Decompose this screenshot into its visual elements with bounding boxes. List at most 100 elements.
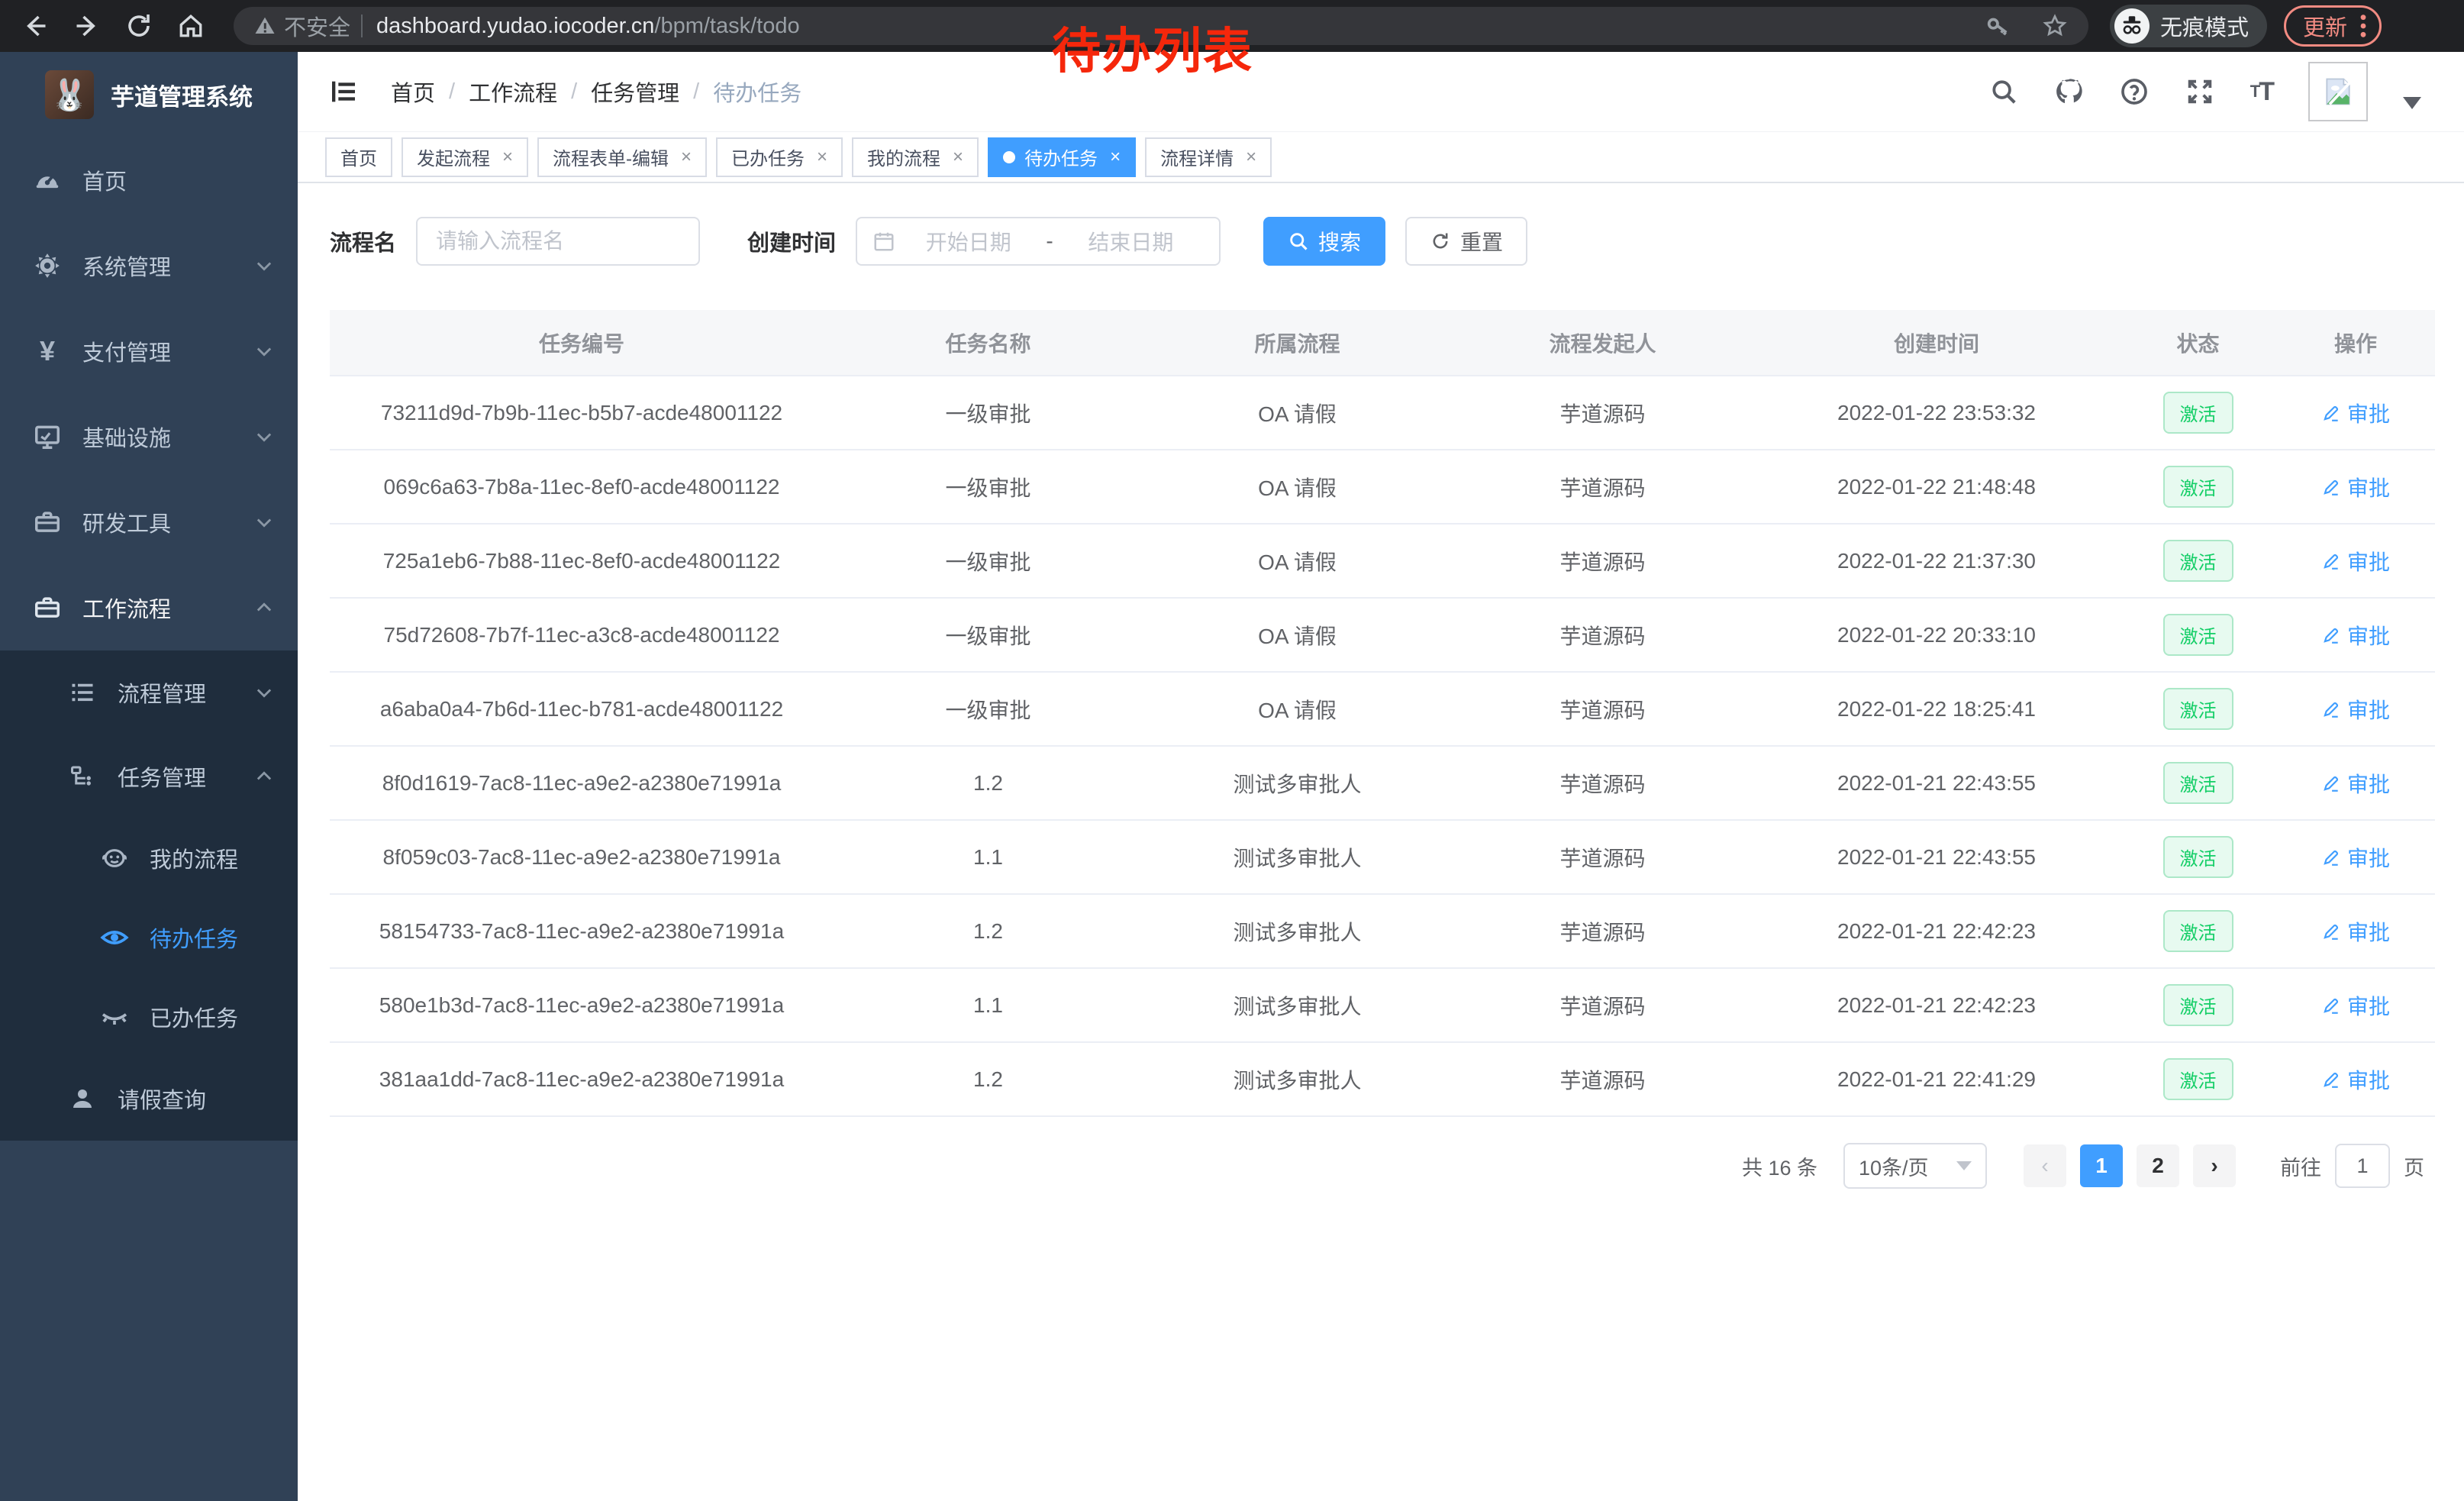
tag-tab[interactable]: 已办任务×	[716, 137, 843, 177]
cell-task-id: 58154733-7ac8-11ec-a9e2-a2380e71991a	[330, 894, 834, 968]
cell-created: 2022-01-21 22:43:55	[1753, 746, 2120, 820]
approve-link[interactable]: 审批	[2321, 472, 2390, 502]
cell-actions: 审批	[2276, 746, 2435, 820]
cell-task-id: a6aba0a4-7b6d-11ec-b781-acde48001122	[330, 672, 834, 746]
status-badge: 激活	[2163, 540, 2233, 582]
sidebar-item-workflow[interactable]: 工作流程	[0, 565, 298, 650]
bookmark-star-icon[interactable]	[2041, 12, 2069, 40]
sidebar-item-label: 基础设施	[82, 421, 171, 453]
password-key-icon[interactable]	[1985, 13, 2011, 39]
cell-process: 测试多审批人	[1143, 894, 1452, 968]
browser-menu-icon[interactable]	[2359, 13, 2367, 39]
sidebar-item-process-mgmt[interactable]: 流程管理	[0, 650, 298, 734]
col-actions: 操作	[2276, 310, 2435, 376]
fullscreen-icon[interactable]	[2185, 76, 2215, 107]
sidebar-item-payment[interactable]: ¥ 支付管理	[0, 308, 298, 394]
table-row: 8f059c03-7ac8-11ec-a9e2-a2380e71991a1.1测…	[330, 820, 2435, 894]
col-created: 创建时间	[1753, 310, 2120, 376]
close-icon[interactable]: ×	[1110, 147, 1121, 168]
browser-reload-button[interactable]	[122, 9, 156, 43]
cell-starter: 芋道源码	[1452, 746, 1753, 820]
tag-tab[interactable]: 我的流程×	[852, 137, 979, 177]
sidebar-item-my-process[interactable]: 我的流程	[0, 818, 298, 898]
breadcrumb-task-mgmt[interactable]: 任务管理	[591, 76, 679, 108]
browser-home-button[interactable]	[174, 9, 208, 43]
approve-link[interactable]: 审批	[2321, 694, 2390, 725]
tag-tab[interactable]: 待办任务×	[988, 137, 1136, 177]
cell-task-id: 73211d9d-7b9b-11ec-b5b7-acde48001122	[330, 376, 834, 450]
close-icon[interactable]: ×	[681, 147, 692, 168]
monitor-icon	[32, 422, 63, 451]
briefcase-icon	[32, 593, 63, 622]
close-icon[interactable]: ×	[953, 147, 963, 168]
cell-actions: 审批	[2276, 1042, 2435, 1116]
security-label[interactable]: 不安全	[284, 10, 350, 42]
prev-page-button[interactable]: ‹	[2024, 1144, 2066, 1187]
breadcrumb-home[interactable]: 首页	[391, 76, 435, 108]
cell-task-id: 381aa1dd-7ac8-11ec-a9e2-a2380e71991a	[330, 1042, 834, 1116]
approve-link[interactable]: 审批	[2321, 990, 2390, 1021]
sidebar-item-infrastructure[interactable]: 基础设施	[0, 394, 298, 479]
chevron-down-icon	[253, 341, 275, 362]
reset-button[interactable]: 重置	[1405, 217, 1527, 266]
avatar-caret-icon[interactable]	[2403, 97, 2421, 109]
close-icon[interactable]: ×	[817, 147, 827, 168]
date-range-picker[interactable]: 开始日期 - 结束日期	[856, 217, 1221, 266]
status-badge: 激活	[2163, 392, 2233, 434]
approve-link[interactable]: 审批	[2321, 768, 2390, 799]
tag-tab[interactable]: 首页	[325, 137, 392, 177]
cell-created: 2022-01-22 21:48:48	[1753, 450, 2120, 524]
search-button[interactable]: 搜索	[1263, 217, 1385, 266]
sidebar-item-home[interactable]: 首页	[0, 137, 298, 223]
range-separator: -	[1041, 229, 1057, 253]
font-size-icon[interactable]: TT	[2250, 77, 2273, 107]
close-icon[interactable]: ×	[502, 147, 513, 168]
help-icon[interactable]	[2119, 76, 2150, 107]
approve-link[interactable]: 审批	[2321, 842, 2390, 873]
status-badge: 激活	[2163, 984, 2233, 1026]
sidebar-collapse-icon[interactable]	[328, 76, 359, 107]
cell-process: 测试多审批人	[1143, 1042, 1452, 1116]
tag-tab[interactable]: 发起流程 ×	[402, 137, 528, 177]
search-icon[interactable]	[1989, 77, 2018, 106]
sidebar-item-leave-query[interactable]: 请假查询	[0, 1057, 298, 1141]
page-size-select[interactable]: 10条/页	[1843, 1143, 1987, 1189]
approve-link[interactable]: 审批	[2321, 916, 2390, 947]
cell-created: 2022-01-21 22:43:55	[1753, 820, 2120, 894]
cell-status: 激活	[2120, 672, 2276, 746]
gear-icon	[32, 251, 63, 280]
page-button-1[interactable]: 1	[2080, 1144, 2123, 1187]
sidebar-item-devtools[interactable]: 研发工具	[0, 479, 298, 565]
browser-forward-button[interactable]	[70, 9, 104, 43]
next-page-button[interactable]: ›	[2193, 1144, 2236, 1187]
list-icon	[67, 679, 98, 706]
avatar[interactable]	[2308, 62, 2368, 121]
chevron-down-icon	[253, 682, 275, 703]
goto-page-input[interactable]	[2335, 1144, 2390, 1188]
browser-back-button[interactable]	[18, 9, 52, 43]
sidebar-item-todo-tasks[interactable]: 待办任务	[0, 898, 298, 977]
tab-label: 发起流程	[417, 144, 490, 170]
start-date-placeholder: 开始日期	[895, 226, 1041, 257]
sidebar-item-done-tasks[interactable]: 已办任务	[0, 977, 298, 1057]
browser-update-button[interactable]: 更新	[2284, 5, 2382, 47]
cell-task-name: 1.2	[834, 1042, 1143, 1116]
app-logo-row[interactable]: 🐰 芋道管理系统	[0, 52, 298, 137]
approve-link[interactable]: 审批	[2321, 546, 2390, 576]
update-label[interactable]: 更新	[2303, 10, 2347, 42]
process-name-input[interactable]	[416, 217, 700, 266]
page-button-2[interactable]: 2	[2137, 1144, 2179, 1187]
sidebar-item-task-mgmt[interactable]: 任务管理	[0, 734, 298, 818]
cell-created: 2022-01-21 22:42:23	[1753, 894, 2120, 968]
approve-link[interactable]: 审批	[2321, 398, 2390, 428]
close-icon[interactable]: ×	[1246, 147, 1256, 168]
github-icon[interactable]	[2053, 76, 2084, 107]
approve-link[interactable]: 审批	[2321, 1064, 2390, 1095]
approve-link[interactable]: 审批	[2321, 620, 2390, 650]
tag-tab[interactable]: 流程详情×	[1145, 137, 1272, 177]
edit-icon	[2321, 699, 2341, 719]
edit-icon	[2321, 403, 2341, 423]
breadcrumb-workflow[interactable]: 工作流程	[469, 76, 557, 108]
sidebar-item-system[interactable]: 系统管理	[0, 223, 298, 308]
tag-tab[interactable]: 流程表单-编辑×	[537, 137, 707, 177]
